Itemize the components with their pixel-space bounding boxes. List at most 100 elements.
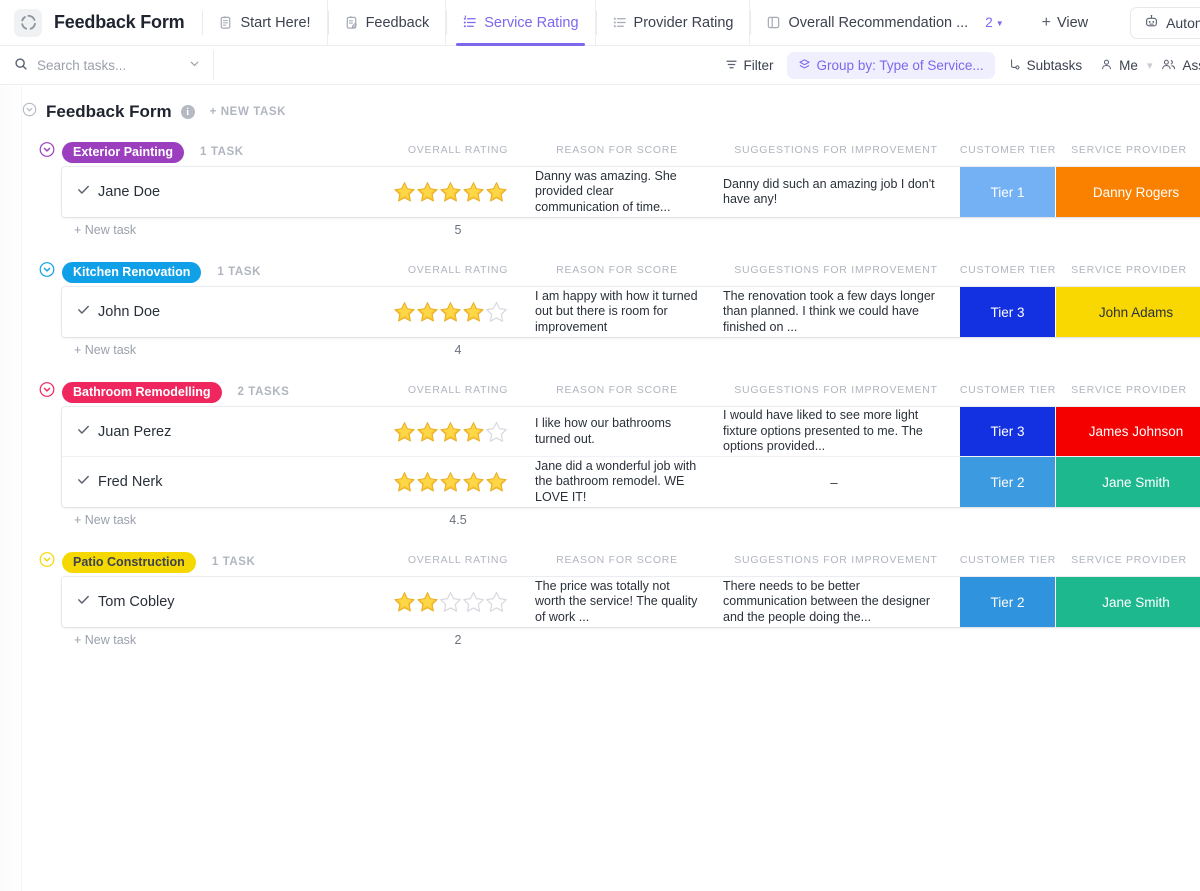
column-header-reason[interactable]: REASON FOR SCORE: [556, 264, 678, 276]
task-complete-icon[interactable]: [76, 182, 91, 202]
collapse-list-icon[interactable]: [22, 102, 37, 122]
filter-icon: [725, 58, 738, 74]
cell-reason-for-score[interactable]: Jane did a wonderful job with the bathro…: [527, 457, 709, 507]
cell-reason-for-score[interactable]: I like how our bathrooms turned out.: [527, 407, 709, 456]
tab-provider-rating[interactable]: Provider Rating: [594, 0, 750, 46]
group-tag[interactable]: Bathroom Remodelling: [62, 381, 222, 403]
cell-service-provider[interactable]: John Adams: [1056, 287, 1200, 337]
column-header-service_provider[interactable]: SERVICE PROVIDER: [1071, 144, 1187, 156]
cell-reason-for-score[interactable]: I am happy with how it turned out but th…: [527, 287, 709, 337]
cell-service-provider[interactable]: Jane Smith: [1056, 457, 1200, 507]
column-header-customer_tier[interactable]: CUSTOMER TIER: [960, 384, 1056, 396]
task-complete-icon[interactable]: [76, 302, 91, 322]
column-header-service_provider[interactable]: SERVICE PROVIDER: [1071, 264, 1187, 276]
cell-service-provider[interactable]: Danny Rogers: [1056, 167, 1200, 217]
new-task-row[interactable]: + New task: [74, 513, 136, 527]
table-row[interactable]: Juan Perez I like how our bathrooms turn…: [62, 407, 1200, 457]
task-complete-icon[interactable]: [76, 422, 91, 442]
column-header-customer_tier[interactable]: CUSTOMER TIER: [960, 144, 1056, 156]
cell-customer-tier[interactable]: Tier 1: [960, 167, 1055, 217]
app-window: Feedback Form Start Here! Feedback Servi…: [0, 0, 1200, 891]
assignees-button[interactable]: Assign: [1152, 53, 1200, 79]
table-row[interactable]: Fred Nerk Jane did a wonderful job with …: [62, 457, 1200, 507]
column-header-customer_tier[interactable]: CUSTOMER TIER: [960, 554, 1056, 566]
cell-overall-rating[interactable]: [393, 167, 513, 217]
cell-suggestions[interactable]: Danny did such an amazing job I don't ha…: [715, 167, 953, 217]
table-row[interactable]: Jane Doe Danny was amazing. She provided…: [62, 167, 1200, 217]
group-tag[interactable]: Exterior Painting: [62, 141, 185, 163]
column-header-suggestions[interactable]: SUGGESTIONS FOR IMPROVEMENT: [734, 144, 937, 156]
column-header-suggestions[interactable]: SUGGESTIONS FOR IMPROVEMENT: [734, 264, 937, 276]
collapse-group-icon[interactable]: [39, 142, 55, 163]
task-name[interactable]: Jane Doe: [98, 184, 160, 200]
me-button[interactable]: Me: [1091, 53, 1147, 79]
table-row[interactable]: Tom Cobley The price was totally not wor…: [62, 577, 1200, 627]
cell-service-provider[interactable]: Jane Smith: [1056, 577, 1200, 627]
cell-suggestions[interactable]: There needs to be better communication b…: [715, 577, 953, 627]
cell-customer-tier[interactable]: Tier 3: [960, 407, 1055, 456]
cell-overall-rating[interactable]: [393, 287, 513, 337]
automate-label: Automate: [1166, 15, 1200, 31]
cell-customer-tier[interactable]: Tier 2: [960, 457, 1055, 507]
app-logo-icon[interactable]: [14, 8, 42, 37]
cell-customer-tier[interactable]: Tier 2: [960, 577, 1055, 627]
collapse-group-icon[interactable]: [39, 262, 55, 283]
tab-feedback[interactable]: Feedback: [326, 0, 446, 46]
group-tag[interactable]: Kitchen Renovation: [62, 261, 202, 283]
column-header-overall_rating[interactable]: OVERALL RATING: [408, 554, 508, 566]
star-icon-filled: [394, 592, 415, 612]
collapse-group-icon[interactable]: [39, 382, 55, 403]
cell-overall-rating[interactable]: [393, 577, 513, 627]
star-icon-filled: [486, 182, 507, 202]
column-header-service_provider[interactable]: SERVICE PROVIDER: [1071, 384, 1187, 396]
group-tag[interactable]: Patio Construction: [62, 551, 196, 573]
column-header-reason[interactable]: REASON FOR SCORE: [556, 384, 678, 396]
column-header-overall_rating[interactable]: OVERALL RATING: [408, 264, 508, 276]
star-icon-filled: [417, 182, 438, 202]
cell-suggestions[interactable]: The renovation took a few days longer th…: [715, 287, 953, 337]
tab-start-here[interactable]: Start Here!: [202, 0, 326, 46]
cell-customer-tier[interactable]: Tier 3: [960, 287, 1055, 337]
column-header-reason[interactable]: REASON FOR SCORE: [556, 144, 678, 156]
tab-overall-recommendation[interactable]: Overall Recommendation ... 2 ▼: [749, 0, 1019, 46]
new-task-button[interactable]: + NEW TASK: [210, 106, 286, 118]
tab-overflow-count[interactable]: 2 ▼: [985, 15, 1003, 30]
new-task-row[interactable]: + New task: [74, 343, 136, 357]
task-name[interactable]: Tom Cobley: [98, 594, 175, 610]
subtasks-button[interactable]: Subtasks: [999, 53, 1092, 79]
cell-suggestions[interactable]: –: [715, 457, 953, 507]
new-task-row[interactable]: + New task: [74, 633, 136, 647]
cell-overall-rating[interactable]: [393, 457, 513, 507]
page-title: Feedback Form: [46, 102, 172, 121]
collapse-group-icon[interactable]: [39, 552, 55, 573]
task-name[interactable]: Juan Perez: [98, 424, 171, 440]
cell-service-provider[interactable]: James Johnson: [1056, 407, 1200, 456]
new-task-row[interactable]: + New task: [74, 223, 136, 237]
column-header-overall_rating[interactable]: OVERALL RATING: [408, 384, 508, 396]
column-header-suggestions[interactable]: SUGGESTIONS FOR IMPROVEMENT: [734, 384, 937, 396]
filter-button[interactable]: Filter: [716, 53, 783, 79]
column-header-overall_rating[interactable]: OVERALL RATING: [408, 144, 508, 156]
reason-text: The price was totally not worth the serv…: [535, 578, 698, 624]
task-name[interactable]: John Doe: [98, 304, 160, 320]
cell-suggestions[interactable]: I would have liked to see more light fix…: [715, 407, 953, 456]
group-header: Bathroom Remodelling 2 TASKS OVERALL RAT…: [0, 377, 1200, 407]
cell-reason-for-score[interactable]: Danny was amazing. She provided clear co…: [527, 167, 709, 217]
task-complete-icon[interactable]: [76, 592, 91, 612]
task-complete-icon[interactable]: [76, 472, 91, 492]
automate-button[interactable]: Automate: [1130, 7, 1200, 39]
group-by-button[interactable]: Group by: Type of Service...: [786, 52, 995, 79]
table-row[interactable]: John Doe I am happy with how it turned o…: [62, 287, 1200, 337]
task-name[interactable]: Fred Nerk: [98, 474, 162, 490]
column-header-service_provider[interactable]: SERVICE PROVIDER: [1071, 554, 1187, 566]
column-header-customer_tier[interactable]: CUSTOMER TIER: [960, 264, 1056, 276]
chevron-down-icon[interactable]: [188, 57, 201, 73]
cell-overall-rating[interactable]: [393, 407, 513, 456]
column-header-suggestions[interactable]: SUGGESTIONS FOR IMPROVEMENT: [734, 554, 937, 566]
info-icon[interactable]: i: [180, 105, 195, 119]
column-header-reason[interactable]: REASON FOR SCORE: [556, 554, 678, 566]
cell-reason-for-score[interactable]: The price was totally not worth the serv…: [527, 577, 709, 627]
tab-service-rating[interactable]: Service Rating: [445, 0, 594, 46]
search-input[interactable]: Search tasks...: [14, 50, 214, 80]
add-view-button[interactable]: + View: [1028, 0, 1103, 46]
